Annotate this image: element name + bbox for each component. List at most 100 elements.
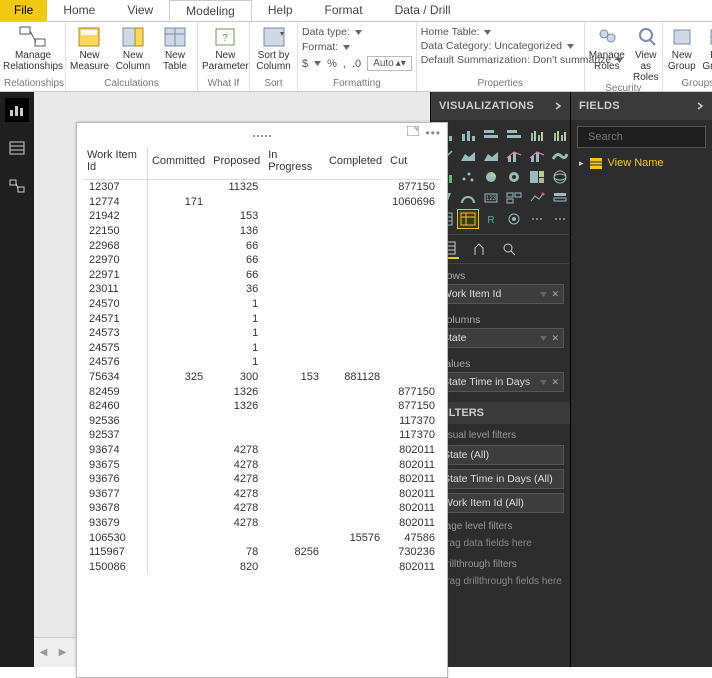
table-row[interactable]: 1230711325877150 [83, 180, 441, 195]
viz-ribbon-icon[interactable] [550, 147, 570, 165]
decimal-places-input[interactable]: Auto▴▾ [367, 56, 412, 71]
canvas-area[interactable]: ••• Work Item IdCommittedProposedIn Prog… [34, 92, 430, 637]
new-measure-button[interactable]: New Measure [70, 24, 109, 72]
tab-file[interactable]: File [0, 0, 47, 21]
table-row[interactable]: 245711 [83, 311, 441, 326]
filter-state[interactable]: State (All) [437, 445, 564, 465]
table-row[interactable]: 824591326877150 [83, 384, 441, 399]
manage-relationships-button[interactable]: Manage Relationships [4, 24, 62, 72]
tab-view[interactable]: View [111, 0, 169, 21]
drag-handle-icon[interactable] [252, 126, 272, 140]
matrix-header[interactable]: Cut [386, 147, 441, 180]
matrix-header[interactable]: Work Item Id [83, 147, 147, 180]
remove-icon[interactable]: ✕ [551, 377, 559, 388]
viz-bars-v2-icon[interactable] [458, 126, 478, 144]
sort-by-column-button[interactable]: Sort by Column [254, 24, 293, 72]
fields-search-input[interactable] [588, 131, 712, 143]
viz-pie-icon[interactable] [481, 168, 501, 186]
chevron-down-icon[interactable] [567, 44, 574, 49]
viz-gauge-icon[interactable] [458, 189, 478, 207]
viz-py-icon[interactable] [504, 210, 524, 228]
viz-slicer-icon[interactable] [550, 189, 570, 207]
tab-help[interactable]: Help [252, 0, 309, 21]
table-row[interactable]: 245761 [83, 355, 441, 370]
new-column-button[interactable]: New Column [115, 24, 151, 72]
table-row[interactable]: 127741711060696 [83, 195, 441, 210]
viz-tree-icon[interactable] [527, 168, 547, 186]
chevron-down-icon[interactable] [540, 336, 547, 341]
tab-home[interactable]: Home [47, 0, 111, 21]
comma-button[interactable]: , [343, 58, 346, 70]
viz-donut-icon[interactable] [504, 168, 524, 186]
rows-well[interactable]: Work Item Id✕ [437, 284, 564, 304]
report-view-button[interactable] [5, 98, 29, 122]
more-options-icon[interactable]: ••• [425, 126, 441, 140]
tab-modeling[interactable]: Modeling [169, 0, 252, 21]
table-row[interactable]: 22150136 [83, 224, 441, 239]
format-tab[interactable] [469, 239, 489, 259]
page-nav-arrows[interactable]: ◀▶ [34, 647, 72, 658]
viz-bars-h-icon[interactable] [481, 126, 501, 144]
table-row[interactable]: 936784278802011 [83, 501, 441, 516]
matrix-header[interactable]: In Progress [264, 147, 325, 180]
chevron-down-icon[interactable] [540, 380, 547, 385]
data-view-button[interactable] [5, 136, 29, 160]
table-row[interactable]: 245701 [83, 297, 441, 312]
viz-r-icon[interactable]: R [481, 210, 501, 228]
matrix-header[interactable]: Proposed [209, 147, 264, 180]
viz-bars-h2-icon[interactable] [504, 126, 524, 144]
table-row[interactable]: 936764278802011 [83, 472, 441, 487]
table-row[interactable]: 245751 [83, 341, 441, 356]
table-row[interactable]: 824601326877150 [83, 399, 441, 414]
chevron-down-icon[interactable] [355, 30, 362, 35]
values-well[interactable]: State Time in Days✕ [437, 372, 564, 392]
viz-map-icon[interactable] [550, 168, 570, 186]
matrix-header[interactable]: Committed [147, 147, 209, 180]
tab-format[interactable]: Format [309, 0, 379, 21]
table-row[interactable]: 2297066 [83, 253, 441, 268]
visualizations-header[interactable]: VISUALIZATIONS [431, 92, 570, 120]
table-row[interactable]: 936774278802011 [83, 486, 441, 501]
filter-state-time[interactable]: State Time in Days (All) [437, 469, 564, 489]
percent-button[interactable]: % [327, 58, 337, 70]
viz-combo-icon[interactable] [504, 147, 524, 165]
edit-groups-button[interactable]: Edit Groups [703, 24, 712, 72]
viz-matrix-icon[interactable] [458, 210, 478, 228]
tab-datadrill[interactable]: Data / Drill [379, 0, 467, 21]
chevron-down-icon[interactable] [314, 61, 321, 66]
viz-bars-grp2-icon[interactable] [550, 126, 570, 144]
matrix-header[interactable]: Completed [325, 147, 386, 180]
fields-header[interactable]: FIELDS [571, 92, 712, 120]
focus-mode-icon[interactable] [407, 126, 419, 140]
table-row[interactable]: 2301136 [83, 282, 441, 297]
manage-roles-button[interactable]: Manage Roles [589, 24, 625, 72]
table-row[interactable]: 115967788256730236 [83, 545, 441, 560]
table-row[interactable]: 2296866 [83, 238, 441, 253]
table-row[interactable]: 92536117370 [83, 414, 441, 429]
remove-icon[interactable]: ✕ [551, 333, 559, 344]
table-row[interactable]: 21942153 [83, 209, 441, 224]
new-group-button[interactable]: New Group [667, 24, 697, 72]
table-row[interactable]: 936754278802011 [83, 457, 441, 472]
viz-cards-icon[interactable] [504, 189, 524, 207]
view-as-roles-button[interactable]: View as Roles [631, 24, 661, 83]
table-row[interactable]: 150086820802011 [83, 559, 441, 574]
table-row[interactable]: 1065301557647586 [83, 530, 441, 545]
columns-well[interactable]: State✕ [437, 328, 564, 348]
viz-area-icon[interactable] [458, 147, 478, 165]
table-row[interactable]: 936794278802011 [83, 516, 441, 531]
analytics-tab[interactable] [499, 239, 519, 259]
viz-scatter-icon[interactable] [458, 168, 478, 186]
table-row[interactable]: 75634325300153881128 [83, 370, 441, 385]
filter-work-item[interactable]: Work Item Id (All) [437, 493, 564, 513]
model-view-button[interactable] [5, 174, 29, 198]
currency-button[interactable]: $ [302, 58, 308, 70]
matrix-visual[interactable]: ••• Work Item IdCommittedProposedIn Prog… [76, 122, 448, 678]
viz-area2-icon[interactable] [481, 147, 501, 165]
table-row[interactable]: 936744278802011 [83, 443, 441, 458]
field-table-view-name[interactable]: ▸ View Name [571, 154, 712, 172]
remove-icon[interactable]: ✕ [551, 289, 559, 300]
new-table-button[interactable]: New Table [157, 24, 193, 72]
table-row[interactable]: 92537117370 [83, 428, 441, 443]
viz-combo2-icon[interactable] [527, 147, 547, 165]
